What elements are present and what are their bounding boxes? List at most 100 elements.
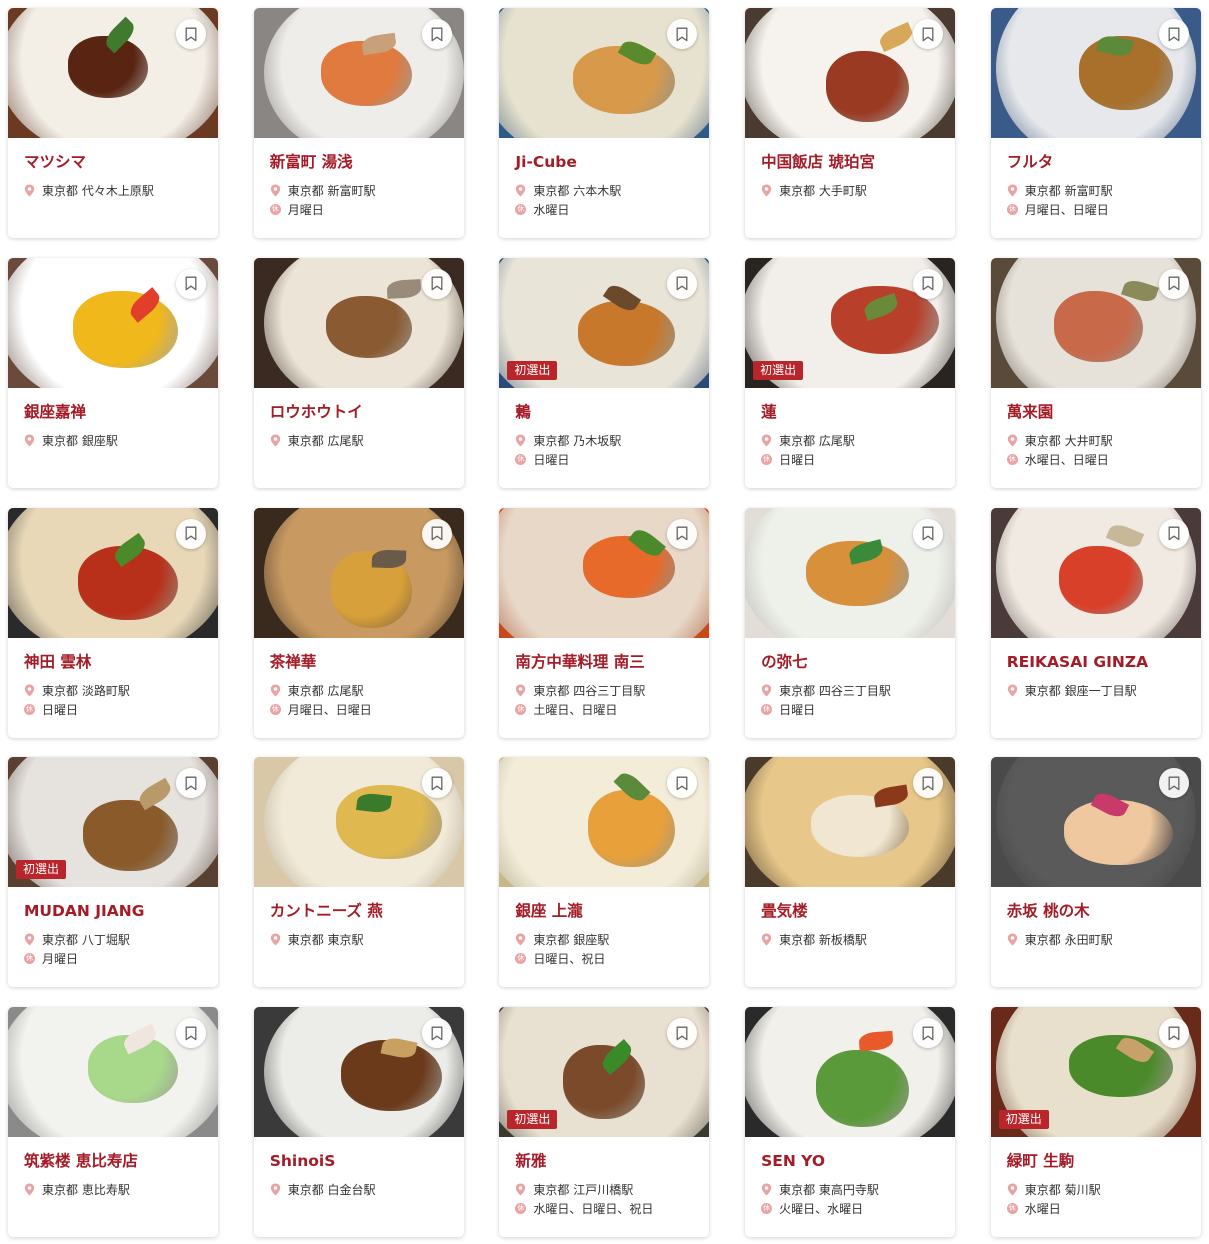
bookmark-button[interactable] <box>421 518 452 549</box>
dish-photo[interactable] <box>745 757 956 888</box>
dish-photo[interactable] <box>499 757 710 888</box>
holiday-text: 月曜日 <box>42 952 79 967</box>
restaurant-card[interactable]: 神田 雲林 東京都 淡路町駅 休 日曜日 <box>8 507 218 738</box>
location-text: 東京都 新富町駅 <box>287 184 376 198</box>
dish-photo[interactable]: 初選出 <box>990 1007 1201 1138</box>
restaurant-name[interactable]: 銀座 上瀧 <box>515 901 709 921</box>
restaurant-name[interactable]: の弥七 <box>761 652 955 672</box>
bookmark-button[interactable] <box>1158 268 1189 299</box>
restaurant-card[interactable]: 中国飯店 琥珀宮 東京都 大手町駅 休 <box>745 8 956 238</box>
bookmark-button[interactable] <box>421 19 452 49</box>
restaurant-name[interactable]: 蓮 <box>761 402 955 422</box>
restaurant-card[interactable]: 銀座嘉禅 東京都 銀座駅 休 <box>8 257 218 488</box>
bookmark-button[interactable] <box>421 1018 452 1049</box>
restaurant-card[interactable]: 筑紫楼 恵比寿店 東京都 恵比寿駅 休 <box>8 1007 218 1238</box>
restaurant-name[interactable]: Ji-Cube <box>515 152 709 172</box>
bookmark-button[interactable] <box>667 268 698 299</box>
restaurant-name[interactable]: 新雅 <box>515 1151 709 1171</box>
restaurant-name[interactable]: マツシマ <box>24 152 218 172</box>
restaurant-card[interactable]: 初選出 鶫 東京都 乃木坂駅 休 日曜日 <box>499 257 710 488</box>
map-pin-icon <box>1007 933 1017 946</box>
bookmark-button[interactable] <box>1158 768 1189 799</box>
dish-photo[interactable] <box>499 8 710 138</box>
bookmark-button[interactable] <box>421 768 452 799</box>
bookmark-button[interactable] <box>913 268 944 299</box>
dish-photo[interactable] <box>745 1007 956 1138</box>
dish-photo[interactable] <box>990 8 1201 138</box>
restaurant-name[interactable]: 茶禅華 <box>270 652 464 672</box>
restaurant-card[interactable]: 畳気楼 東京都 新板橋駅 休 <box>745 757 956 988</box>
restaurant-card[interactable]: ロウホウトイ 東京都 広尾駅 休 <box>253 257 464 488</box>
restaurant-name[interactable]: 鶫 <box>515 402 709 422</box>
dish-photo[interactable] <box>745 8 956 138</box>
restaurant-name[interactable]: 南方中華料理 南三 <box>515 652 709 672</box>
bookmark-button[interactable] <box>913 19 944 49</box>
dish-photo[interactable] <box>8 257 218 388</box>
dish-photo[interactable] <box>8 507 218 638</box>
restaurant-card[interactable]: フルタ 東京都 新富町駅 休 月曜日、日曜日 <box>990 8 1201 238</box>
dish-photo[interactable]: 初選出 <box>745 257 956 388</box>
restaurant-card[interactable]: の弥七 東京都 四谷三丁目駅 休 日曜日 <box>745 507 956 738</box>
restaurant-card[interactable]: 南方中華料理 南三 東京都 四谷三丁目駅 休 土曜日、日曜日 <box>499 507 710 738</box>
restaurant-card[interactable]: 初選出 新雅 東京都 江戸川橋駅 休 水曜日、日曜日、祝日 <box>499 1007 710 1238</box>
bookmark-button[interactable] <box>1158 518 1189 549</box>
dish-photo[interactable] <box>253 1007 464 1138</box>
restaurant-card[interactable]: 初選出 蓮 東京都 広尾駅 休 日曜日 <box>745 257 956 488</box>
bookmark-button[interactable] <box>667 518 698 549</box>
restaurant-card[interactable]: マツシマ 東京都 代々木上原駅 休 <box>8 8 218 238</box>
dish-photo[interactable]: 初選出 <box>8 757 218 888</box>
restaurant-card[interactable]: 初選出 緑町 生駒 東京都 菊川駅 休 水曜日 <box>990 1007 1201 1238</box>
restaurant-card[interactable]: 萬来園 東京都 大井町駅 休 水曜日、日曜日 <box>990 257 1201 488</box>
bookmark-button[interactable] <box>176 19 206 49</box>
dish-photo[interactable] <box>499 507 710 638</box>
restaurant-name[interactable]: 銀座嘉禅 <box>24 402 218 422</box>
bookmark-button[interactable] <box>176 1018 206 1049</box>
restaurant-card[interactable]: 赤坂 桃の木 東京都 永田町駅 休 <box>990 757 1201 988</box>
restaurant-card[interactable]: REIKASAI GINZA 東京都 銀座一丁目駅 休 <box>990 507 1201 738</box>
restaurant-card[interactable]: 初選出 MUDAN JIANG 東京都 八丁堀駅 休 月曜日 <box>8 757 218 988</box>
restaurant-name[interactable]: ロウホウトイ <box>270 402 464 422</box>
holiday-row: 休 日曜日 <box>24 700 218 719</box>
restaurant-card[interactable]: 新富町 湯浅 東京都 新富町駅 休 月曜日 <box>253 8 464 238</box>
restaurant-name[interactable]: 神田 雲林 <box>24 652 218 672</box>
restaurant-name[interactable]: SEN YO <box>761 1151 955 1171</box>
bookmark-button[interactable] <box>1158 19 1189 49</box>
dish-photo[interactable] <box>745 507 956 638</box>
bookmark-button[interactable] <box>421 268 452 299</box>
restaurant-name[interactable]: 畳気楼 <box>761 901 955 921</box>
dish-photo[interactable] <box>253 8 464 138</box>
dish-photo[interactable] <box>8 1007 218 1138</box>
dish-photo[interactable] <box>990 257 1201 388</box>
restaurant-name[interactable]: REIKASAI GINZA <box>1007 652 1201 672</box>
dish-photo[interactable]: 初選出 <box>499 1007 710 1138</box>
restaurant-name[interactable]: フルタ <box>1007 152 1201 172</box>
map-pin-icon <box>761 684 772 697</box>
dish-photo[interactable] <box>990 757 1201 888</box>
dish-photo[interactable] <box>253 757 464 888</box>
restaurant-name[interactable]: 筑紫楼 恵比寿店 <box>24 1151 218 1171</box>
restaurant-card[interactable]: Ji-Cube 東京都 六本木駅 休 水曜日 <box>499 8 710 238</box>
dish-photo[interactable] <box>990 507 1201 638</box>
restaurant-name[interactable]: 赤坂 桃の木 <box>1007 901 1201 921</box>
restaurant-name[interactable]: ShinoiS <box>270 1151 464 1171</box>
bookmark-button[interactable] <box>1158 1018 1189 1049</box>
bookmark-button[interactable] <box>176 268 206 299</box>
dish-photo[interactable] <box>8 8 218 138</box>
bookmark-button[interactable] <box>176 518 206 549</box>
restaurant-card[interactable]: 銀座 上瀧 東京都 銀座駅 休 日曜日、祝日 <box>499 757 710 988</box>
holiday-icon: 休 <box>515 1203 527 1215</box>
dish-photo[interactable] <box>253 507 464 638</box>
restaurant-card[interactable]: SEN YO 東京都 東高円寺駅 休 火曜日、水曜日 <box>745 1007 956 1238</box>
restaurant-name[interactable]: 新富町 湯浅 <box>270 152 464 172</box>
restaurant-card[interactable]: 茶禅華 東京都 広尾駅 休 月曜日、日曜日 <box>253 507 464 738</box>
restaurant-name[interactable]: 萬来園 <box>1007 402 1201 422</box>
dish-photo[interactable] <box>253 257 464 388</box>
restaurant-card[interactable]: カントニーズ 燕 東京都 東京駅 休 <box>253 757 464 988</box>
restaurant-name[interactable]: カントニーズ 燕 <box>270 901 464 921</box>
restaurant-name[interactable]: 緑町 生駒 <box>1007 1151 1201 1171</box>
dish-photo[interactable]: 初選出 <box>499 257 710 388</box>
restaurant-card[interactable]: ShinoiS 東京都 白金台駅 休 <box>253 1007 464 1238</box>
restaurant-name[interactable]: MUDAN JIANG <box>24 901 218 921</box>
restaurant-name[interactable]: 中国飯店 琥珀宮 <box>761 152 955 172</box>
bookmark-button[interactable] <box>913 518 944 549</box>
